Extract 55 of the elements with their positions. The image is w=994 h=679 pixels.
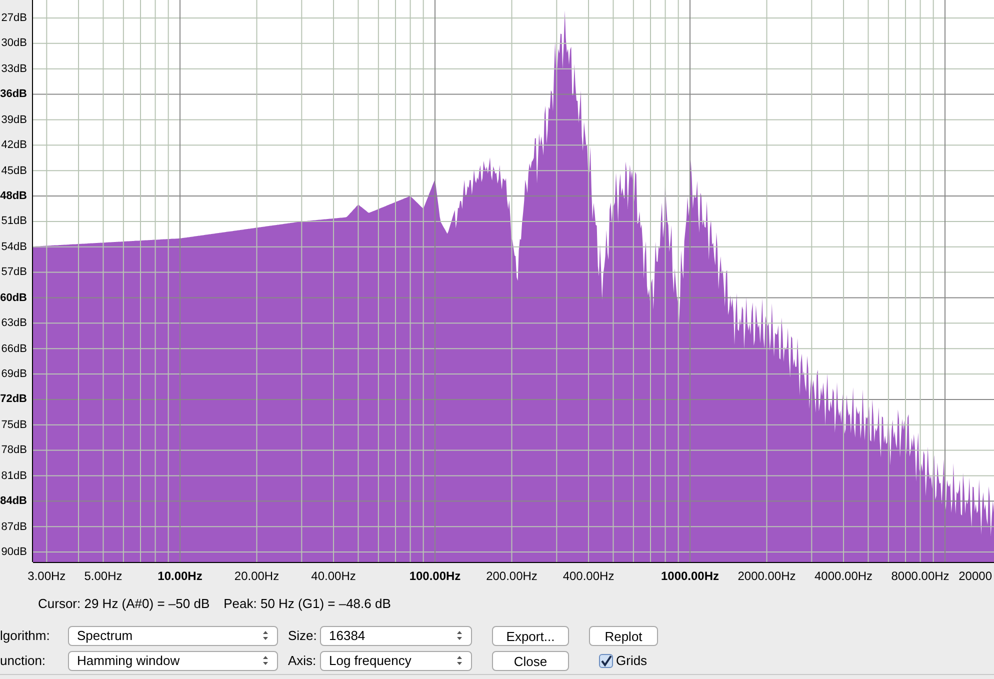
axis-label: 400.00Hz [562,569,614,583]
axis-label: 69dB [1,368,27,380]
field-label: Size: [287,626,318,645]
axis-label: 42dB [1,139,27,152]
cursor-readout: Cursor: 29 Hz (A#0) = –50 dB [38,595,210,613]
axis-label: 81dB [1,470,27,482]
axis-label: 63dB [1,317,27,330]
dropdown-select[interactable]: Spectrum [68,626,278,646]
checkbox[interactable] [599,654,613,668]
axis-label: 60dB [0,292,27,304]
export-button[interactable]: Export... [492,626,569,646]
updown-icon [262,655,269,666]
axis-label: 30dB [1,37,27,50]
axis-label: 40.00Hz [311,569,356,583]
peak-readout: Peak: 50 Hz (G1) = –48.6 dB [224,595,391,613]
dropdown-select[interactable]: Log frequency [320,650,472,670]
axis-label: 87dB [1,520,27,533]
checkmark-icon [600,654,612,666]
updown-icon [262,630,269,641]
field-label: lgorithm: [0,626,51,645]
axis-label: 8000.00Hz [891,569,950,583]
axis-label: 90dB [1,546,27,558]
field-label: Axis: [287,652,318,670]
field-label: unction: [0,652,47,670]
axis-label: 20.00Hz [234,569,280,583]
axis-label: 1000.00Hz [660,569,720,583]
axis-label: 84dB [0,495,27,508]
axis-label: 75dB [1,418,27,431]
axis-label: 66dB [1,342,27,355]
axis-label: 39dB [1,114,27,126]
close-button[interactable]: Close [492,650,569,670]
dropdown-select[interactable]: 16384 [320,626,472,646]
axis-label: 45dB [1,164,27,177]
axis-label: 200.00Hz [486,569,538,583]
axis-label: 100.00Hz [409,569,461,583]
axis-label: 54dB [1,240,27,253]
axis-label: 27dB [1,12,27,24]
axis-label: 78dB [1,444,27,456]
axis-label: 57dB [1,266,27,278]
axis-label: 10.00Hz [158,569,202,583]
axis-label: 36dB [0,88,27,100]
axis-label: 51dB [1,215,27,228]
axis-label: 72dB [0,393,27,406]
updown-icon [456,630,463,641]
axis-label: 33dB [1,62,27,75]
axis-label: 3.00Hz [28,569,66,583]
replot-button[interactable]: Replot [589,626,658,646]
axis-label: 20000 [958,569,992,583]
axis-label: 5.00Hz [84,569,122,583]
updown-icon [456,655,463,666]
axis-label: 48dB [0,190,27,202]
axis-label: 2000.00Hz [738,569,796,583]
axis-label: 4000.00Hz [814,569,873,583]
grids-checkbox[interactable]: Grids [599,650,658,670]
dropdown-select[interactable]: Hamming window [68,650,278,670]
